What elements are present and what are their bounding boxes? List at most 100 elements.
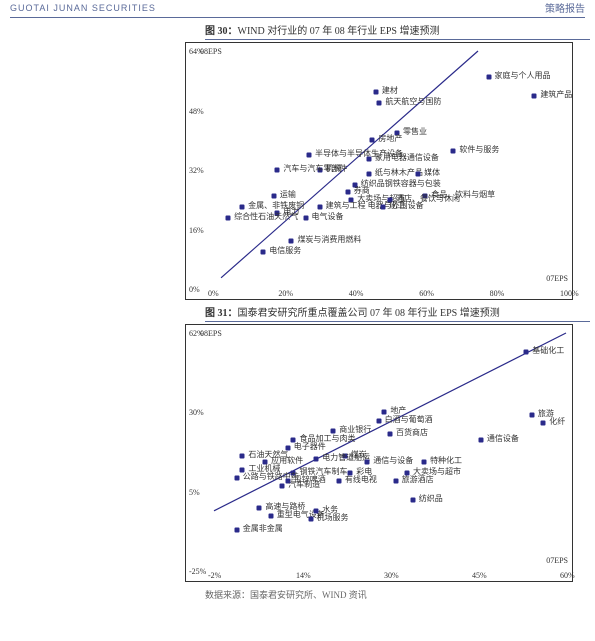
data-point [365,459,370,464]
data-label: 纺织品 [419,495,443,503]
x-tick: 40% [349,289,364,298]
data-point [376,418,381,423]
header-rule [10,17,585,18]
data-label: 建材 [382,87,398,95]
data-point [303,216,308,221]
data-label: 汽车与汽车零部件 [283,165,347,173]
data-label: 通信设备 [487,435,519,443]
y-tick: 5% [189,488,200,497]
data-point [410,497,415,502]
y-tick: 0% [189,285,200,294]
data-label: 建筑与工程 电器与外围设备 [326,202,424,210]
data-label: 建筑产品 [540,91,572,99]
data-point [240,454,245,459]
data-label: 电气设备 [312,213,344,221]
data-point [345,190,350,195]
data-label: 电子器件 [294,443,326,451]
data-point [275,168,280,173]
data-label: 电信服务 [269,247,301,255]
x-tick: 30% [384,571,399,580]
data-label: 基础化工 [532,347,564,355]
data-point [451,149,456,154]
data-source: 数据来源：国泰君安研究所、WIND 资讯 [170,588,585,601]
x-tick: 20% [278,289,293,298]
doc-type: 策略报告 [545,0,585,15]
x-tick: 0% [208,289,219,298]
data-label: 白酒与葡萄酒 [385,416,433,424]
data-point [317,205,322,210]
y-tick: 32% [189,166,204,175]
y-tick: 64% [189,47,204,56]
data-point [370,138,375,143]
data-point [541,421,546,426]
data-point [478,437,483,442]
data-label: 电力管道船运 [322,454,370,462]
chart-title: 图 30：WIND 对行业的 07 年 08 年行业 EPS 增速预测 [205,22,590,40]
data-point [271,194,276,199]
y-tick: 62% [189,329,204,338]
data-label: 有线电视 [345,476,377,484]
data-point [257,506,262,511]
data-point [422,459,427,464]
x-tick: 80% [490,289,505,298]
scatter-chart: 08EPS-25%5%30%62%07EPS-2%14%30%45%60%基础化… [185,324,573,582]
data-point [261,249,266,254]
data-point [377,101,382,106]
data-label: 运输 [280,191,296,199]
data-label: 零售业 [403,128,427,136]
data-label: 纺织品钢铁容器与包装 [361,180,441,188]
data-label: 旅游酒店 [402,476,434,484]
data-point [314,456,319,461]
y-tick: 16% [189,226,204,235]
data-label: 软件与服务 [459,146,499,154]
data-point [234,475,239,480]
chart-block-1: 图 31：国泰君安研究所重点覆盖公司 07 年 08 年行业 EPS 增速预测0… [170,304,585,582]
scatter-chart: 08EPS0%16%32%48%64%07EPS0%20%40%60%80%10… [185,42,573,300]
data-label: 家庭与个人用品 [495,72,551,80]
data-label: 煤炭与消费用燃料 [297,236,361,244]
x-tick: 14% [296,571,311,580]
x-tick: 60% [560,571,575,580]
x-tick: 45% [472,571,487,580]
x-axis-label: 07EPS [546,556,568,565]
data-label: 机场服务 [317,514,349,522]
data-label: 化工 [389,202,405,210]
data-label: 汽车制造 [288,481,320,489]
data-point [486,75,491,80]
data-point [529,413,534,418]
data-point [416,171,421,176]
x-tick: 60% [419,289,434,298]
data-point [524,350,529,355]
data-label: 通信与设备 [373,457,413,465]
x-axis-label: 07EPS [546,274,568,283]
data-point [240,205,245,210]
data-label: 航天航空与国防 [385,98,441,106]
data-label: 综合性石油天然气 [234,213,298,221]
data-label: 百货商店 [396,429,428,437]
data-point [268,514,273,519]
page-header: GUOTAI JUNAN SECURITIES 策略报告 [0,0,595,17]
data-point [280,484,285,489]
data-point [307,153,312,158]
data-point [380,205,385,210]
data-point [532,93,537,98]
data-label: 化纤 [549,418,565,426]
data-point [388,432,393,437]
x-tick: 100% [560,289,579,298]
data-point [336,478,341,483]
y-tick: -25% [189,567,206,576]
chart-title: 图 31：国泰君安研究所重点覆盖公司 07 年 08 年行业 EPS 增速预测 [205,304,590,322]
y-tick: 48% [189,107,204,116]
y-tick: 30% [189,408,204,417]
data-label: 房地产 [378,135,402,143]
brand-name: GUOTAI JUNAN SECURITIES [10,3,156,13]
data-point [308,517,313,522]
chart-block-0: 图 30：WIND 对行业的 07 年 08 年行业 EPS 增速预测08EPS… [170,22,585,300]
data-point [366,156,371,161]
data-point [289,238,294,243]
data-label: 金属非金属 [243,525,283,533]
data-label: 特种化工 [430,457,462,465]
data-point [234,527,239,532]
data-label: 家用电器通信设备 [375,154,439,162]
data-point [393,478,398,483]
